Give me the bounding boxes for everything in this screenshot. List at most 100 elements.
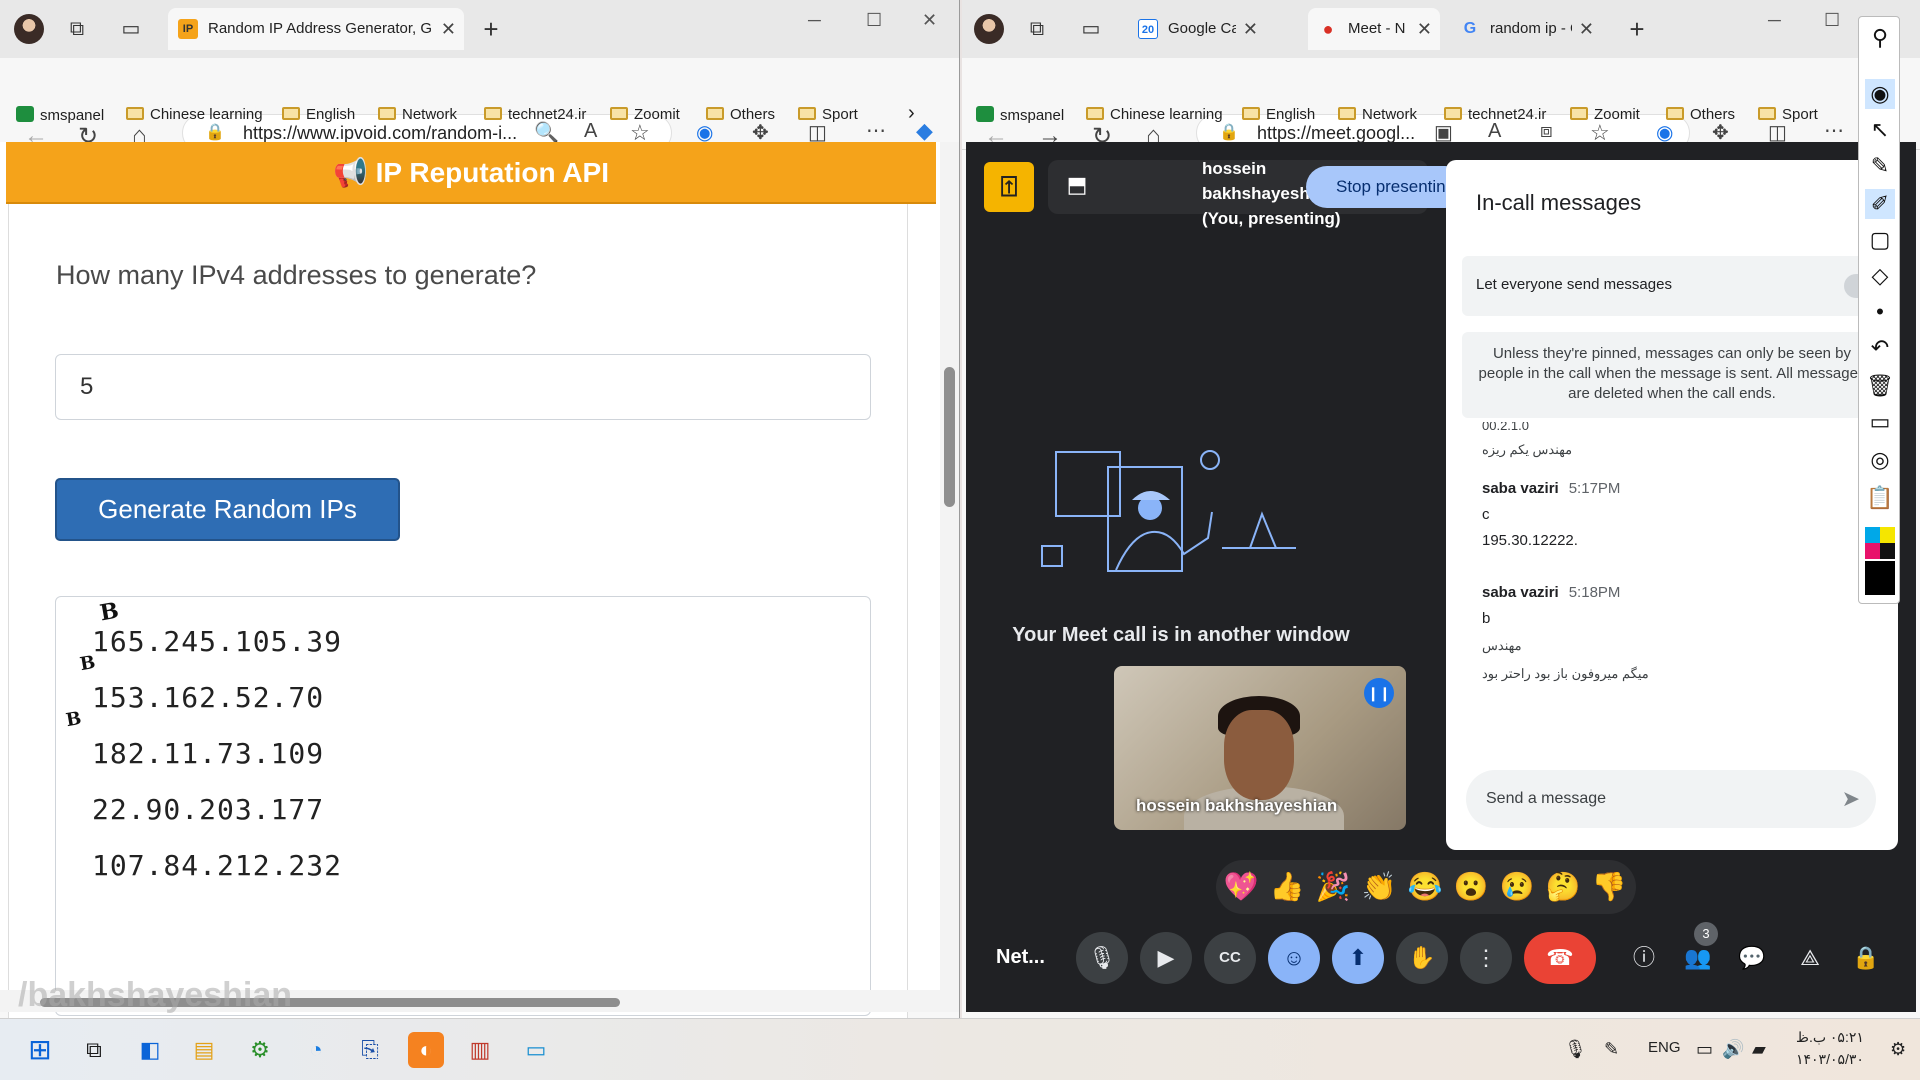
profile-avatar[interactable] <box>974 14 1004 44</box>
close-tab-icon[interactable]: ✕ <box>1579 8 1594 50</box>
tab-google-calendar[interactable]: 20 Google Calen ✕ <box>1128 8 1266 50</box>
bookmark-smspanel[interactable]: smspanel <box>16 106 104 124</box>
close-tab-icon[interactable]: ✕ <box>1243 8 1258 50</box>
more-options-button[interactable]: ⋮ <box>1460 932 1512 984</box>
display-tray-icon[interactable]: ▭ <box>1696 1039 1713 1060</box>
reaction-sad-icon[interactable]: 😢 <box>1498 868 1536 906</box>
microphone-tray-icon[interactable]: 🎙 <box>1564 1039 1587 1060</box>
reaction-thumbs-up-icon[interactable]: 👍 <box>1268 868 1306 906</box>
pen-tray-icon[interactable]: ✎ <box>1604 1039 1619 1060</box>
edge-browser-icon[interactable]: ◔ <box>298 1032 334 1068</box>
file-explorer-icon[interactable]: ▤ <box>186 1032 222 1068</box>
profile-avatar[interactable] <box>14 14 44 44</box>
language-indicator[interactable]: ENG <box>1648 1039 1681 1056</box>
pointer-icon[interactable]: ↖ <box>1865 115 1895 145</box>
eraser-icon[interactable]: ◇ <box>1865 261 1895 291</box>
bookmarks-more-icon[interactable]: › <box>908 102 915 125</box>
camera-icon[interactable]: ◎ <box>1865 445 1895 475</box>
start-windows-icon[interactable]: ⊞ <box>22 1032 58 1068</box>
bookmark-network[interactable]: Network <box>378 106 457 123</box>
leave-call-button[interactable]: ☎ <box>1524 932 1596 984</box>
reaction-laugh-icon[interactable]: 😂 <box>1406 868 1444 906</box>
color-swatch-magenta[interactable] <box>1865 543 1880 559</box>
present-button[interactable]: ⬆ <box>1332 932 1384 984</box>
undo-icon[interactable]: ↶ <box>1865 333 1895 363</box>
reaction-clap-icon[interactable]: 👏 <box>1360 868 1398 906</box>
brush-size-icon[interactable]: • <box>1865 297 1895 327</box>
reaction-party-icon[interactable]: 🎉 <box>1314 868 1352 906</box>
maximize-icon[interactable]: ☐ <box>1824 10 1840 31</box>
current-color[interactable] <box>1865 561 1895 595</box>
reaction-heart-icon[interactable]: 💖 <box>1222 868 1260 906</box>
ip-results-textarea[interactable]: B 165.245.105.39 B 153.162.52.70 B 182.1… <box>55 596 871 1016</box>
bookmark-others[interactable]: Others <box>706 106 775 123</box>
stop-presenting-button[interactable]: Stop presenting <box>1306 166 1466 208</box>
host-controls-button[interactable]: 🔒 <box>1840 932 1892 984</box>
whiteboard-icon[interactable]: ▭ <box>1865 407 1895 437</box>
bookmark-english[interactable]: English <box>1242 106 1315 123</box>
widgets-icon[interactable]: ◧ <box>132 1032 168 1068</box>
generate-button[interactable]: Generate Random IPs <box>55 478 400 541</box>
camera-button[interactable]: ▶ <box>1140 932 1192 984</box>
volume-icon[interactable]: 🔊 <box>1722 1039 1744 1060</box>
activities-button[interactable]: ⟁ <box>1784 932 1836 984</box>
tab-actions-icon[interactable]: ▭ <box>118 16 144 42</box>
task-view-icon[interactable]: ⧉ <box>76 1032 112 1068</box>
battery-icon[interactable]: ▰ <box>1752 1039 1766 1060</box>
notification-icon[interactable]: ⚙ <box>1890 1039 1906 1060</box>
vertical-scrollbar[interactable] <box>940 142 959 1012</box>
raise-hand-button[interactable]: ✋ <box>1396 932 1448 984</box>
bookmark-sport[interactable]: Sport <box>798 106 858 123</box>
rectangle-icon[interactable]: ▢ <box>1865 225 1895 255</box>
maximize-icon[interactable]: ☐ <box>866 10 882 31</box>
meeting-info-button[interactable]: ⓘ <box>1618 932 1670 984</box>
emoji-button[interactable]: ☺ <box>1268 932 1320 984</box>
network-tool-icon[interactable]: ⚙ <box>242 1032 278 1068</box>
tab-actions-icon[interactable]: ▭ <box>1078 16 1104 42</box>
new-tab-icon[interactable]: + <box>1624 16 1650 42</box>
captions-button[interactable]: CC <box>1204 932 1256 984</box>
meeting-code[interactable]: Net... <box>996 946 1045 969</box>
meet-door-icon[interactable]: ⍐ <box>984 162 1034 212</box>
close-tab-icon[interactable]: ✕ <box>441 8 456 50</box>
new-tab-icon[interactable]: + <box>478 16 504 42</box>
copilot-icon[interactable]: ◆ <box>916 118 933 144</box>
clock-time[interactable]: ۰۵:۲۱ ب.ظ <box>1796 1029 1864 1046</box>
clipboard-icon[interactable]: 📋 <box>1865 483 1895 513</box>
bookmark-chinese-learning[interactable]: Chinese learning <box>126 106 263 123</box>
scroll-thumb[interactable] <box>944 367 955 507</box>
presentation-app-icon[interactable]: ▥ <box>462 1032 498 1068</box>
tab-random-ip[interactable]: IP Random IP Address Generator, G ✕ <box>168 8 464 50</box>
eye-icon[interactable]: ◉ <box>1865 79 1895 109</box>
color-swatch-yellow[interactable] <box>1880 527 1895 543</box>
read-aloud-icon[interactable]: A <box>584 120 597 143</box>
highlighter-icon[interactable]: ✐ <box>1865 189 1895 219</box>
reaction-thumbs-down-icon[interactable]: 👎 <box>1590 868 1628 906</box>
cast-icon[interactable]: ⧈ <box>1540 120 1553 143</box>
monitor-app-icon[interactable]: ▭ <box>518 1032 554 1068</box>
bookmark-zoomit[interactable]: Zoomit <box>1570 106 1640 123</box>
trash-icon[interactable]: 🗑 <box>1865 371 1895 401</box>
api-banner[interactable]: 📢 IP Reputation API <box>6 142 936 204</box>
remote-desktop-icon[interactable]: ⎘ <box>352 1032 388 1068</box>
tab-meet[interactable]: ● Meet - N ✕ <box>1308 8 1440 50</box>
minimize-icon[interactable]: ─ <box>1768 10 1781 31</box>
color-swatch-cyan[interactable] <box>1865 527 1880 543</box>
send-icon[interactable]: ➤ <box>1842 770 1860 828</box>
pin-icon[interactable]: ⚲ <box>1865 23 1895 53</box>
bookmark-english[interactable]: English <box>282 106 355 123</box>
bookmark-zoomit[interactable]: Zoomit <box>610 106 680 123</box>
bookmark-smspanel[interactable]: smspanel <box>976 106 1064 124</box>
bookmark-technet24[interactable]: technet24.ir <box>1444 106 1546 123</box>
reaction-thinking-icon[interactable]: 🤔 <box>1544 868 1582 906</box>
close-window-icon[interactable]: ✕ <box>922 10 937 31</box>
read-aloud-icon[interactable]: A <box>1488 120 1501 143</box>
app-icon-orange[interactable]: ◐ <box>408 1032 444 1068</box>
microphone-button[interactable]: 🎙 <box>1076 932 1128 984</box>
chat-button[interactable]: 💬 <box>1726 932 1778 984</box>
close-tab-icon[interactable]: ✕ <box>1417 8 1432 50</box>
send-message-input[interactable]: Send a message ➤ <box>1466 770 1876 828</box>
minimize-icon[interactable]: ─ <box>808 10 821 31</box>
self-video-tile[interactable]: ❙❙ hossein bakhshayeshian <box>1114 666 1406 830</box>
reaction-surprised-icon[interactable]: 😮 <box>1452 868 1490 906</box>
